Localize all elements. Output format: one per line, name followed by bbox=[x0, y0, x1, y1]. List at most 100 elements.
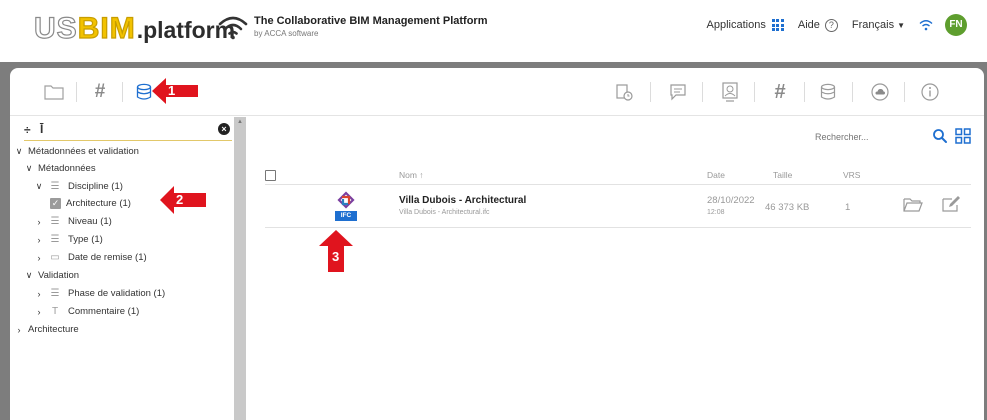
chevron-down-icon: ∨ bbox=[25, 270, 33, 280]
tree-item-label: Métadonnées et validation bbox=[28, 146, 139, 157]
checked-checkbox-icon[interactable]: ✓ bbox=[50, 198, 61, 209]
file-time: 12:08 bbox=[707, 209, 725, 216]
hash-tool-icon[interactable]: # bbox=[768, 80, 792, 104]
search-input[interactable] bbox=[801, 127, 931, 147]
chevron-right-icon: › bbox=[37, 252, 41, 263]
select-all-checkbox[interactable] bbox=[265, 170, 276, 181]
comments-icon[interactable] bbox=[666, 80, 690, 104]
list-icon: ☰ bbox=[50, 181, 60, 192]
tree-item-comment[interactable]: › T Commentaire (1) bbox=[34, 303, 140, 320]
sidebar-tools: ÷ Ī × bbox=[24, 122, 232, 141]
viewer-3d-icon[interactable] bbox=[718, 80, 742, 104]
top-right-menu: Applications Aide ? Français ▼ FN bbox=[693, 13, 967, 37]
file-size: 46 373 KB bbox=[765, 202, 810, 213]
help-icon: ? bbox=[824, 18, 838, 32]
applications-label: Applications bbox=[706, 19, 766, 31]
document-clock-icon[interactable] bbox=[612, 80, 636, 104]
logo-us-text: us bbox=[33, 11, 78, 45]
annotation-number-3: 3 bbox=[332, 249, 340, 264]
tree-item-label: Phase de validation (1) bbox=[68, 288, 166, 299]
tagline-title: The Collaborative BIM Management Platfor… bbox=[254, 15, 488, 27]
database-tool-icon[interactable] bbox=[816, 80, 840, 104]
cloud-icon[interactable] bbox=[868, 80, 892, 104]
logo-bim-text: BIM bbox=[77, 11, 136, 45]
column-size[interactable]: Taille bbox=[773, 170, 792, 180]
tagline-subtitle: by ACCA software bbox=[254, 29, 319, 38]
calendar-icon: ▭ bbox=[50, 252, 60, 263]
metadata-sidebar: ÷ Ī × ∨ Métadonnées et validation ∨ Méta… bbox=[10, 117, 232, 420]
folder-view-icon[interactable] bbox=[42, 80, 66, 104]
search-icon[interactable] bbox=[932, 128, 948, 144]
tree-item-validation-phase[interactable]: › ☰ Phase de validation (1) bbox=[34, 285, 166, 302]
column-name[interactable]: Nom ↑ bbox=[399, 170, 424, 180]
expand-all-icon[interactable]: ÷ bbox=[24, 123, 31, 137]
tree-item-label: Validation bbox=[38, 270, 80, 281]
ifc-badge: IFC bbox=[340, 212, 352, 219]
hash-view-icon[interactable]: # bbox=[88, 80, 112, 104]
language-label: Français bbox=[851, 19, 895, 31]
tree-item-level[interactable]: › ☰ Niveau (1) bbox=[34, 213, 112, 230]
row-divider bbox=[265, 227, 971, 228]
chevron-right-icon: › bbox=[37, 288, 41, 299]
language-dropdown[interactable]: Français ▼ bbox=[852, 19, 905, 31]
chevron-right-icon: › bbox=[17, 324, 21, 335]
wireless-logo-icon bbox=[218, 16, 248, 40]
list-icon: ☰ bbox=[50, 288, 60, 299]
tree-item-validation[interactable]: ∨ Validation bbox=[24, 267, 79, 284]
file-name[interactable]: Villa Dubois - Architectural bbox=[399, 195, 526, 206]
tagline: The Collaborative BIM Management Platfor… bbox=[254, 15, 487, 38]
open-folder-icon[interactable] bbox=[903, 197, 923, 213]
tree-item-metadata[interactable]: ∨ Métadonnées bbox=[24, 160, 96, 177]
edit-icon[interactable] bbox=[941, 195, 961, 213]
chevron-right-icon: › bbox=[37, 306, 41, 317]
apps-grid-icon bbox=[771, 19, 784, 31]
user-avatar[interactable]: FN bbox=[945, 14, 967, 36]
column-vrs[interactable]: VRS bbox=[843, 170, 860, 180]
list-icon: ☰ bbox=[50, 216, 60, 227]
tree-item-label: Date de remise (1) bbox=[68, 252, 147, 263]
tree-item-label: Architecture (1) bbox=[66, 198, 131, 209]
column-date[interactable]: Date bbox=[707, 170, 725, 180]
clear-filter-icon[interactable]: × bbox=[218, 123, 230, 135]
sidebar-scrollbar[interactable]: ▲ bbox=[234, 117, 246, 420]
tree-item-label: Architecture bbox=[28, 324, 79, 335]
chevron-down-icon: ∨ bbox=[25, 163, 33, 173]
tree-item-label: Discipline (1) bbox=[68, 181, 123, 192]
tree-item-label: Métadonnées bbox=[38, 163, 96, 174]
tree-item-type[interactable]: › ☰ Type (1) bbox=[34, 231, 103, 248]
applications-menu[interactable]: Applications bbox=[707, 19, 784, 31]
file-date: 28/10/2022 bbox=[707, 195, 755, 206]
grid-view-icon[interactable] bbox=[955, 128, 971, 144]
tree-item-discipline[interactable]: ∨ ☰ Discipline (1) bbox=[34, 178, 123, 195]
caret-down-icon: ▼ bbox=[897, 20, 905, 30]
top-bar: us BIM .platform The Collaborative BIM M… bbox=[0, 0, 987, 62]
list-icon: ☰ bbox=[50, 234, 60, 245]
chevron-right-icon: › bbox=[37, 216, 41, 227]
tree-item-architecture-filter[interactable]: ✓ Architecture (1) bbox=[50, 195, 131, 212]
tree-item-metadata-validation[interactable]: ∨ Métadonnées et validation bbox=[14, 143, 139, 160]
table-row[interactable]: IFC Villa Dubois - Architectural Villa D… bbox=[265, 185, 971, 227]
annotation-number-2: 2 bbox=[176, 192, 184, 207]
file-version: 1 bbox=[845, 202, 851, 213]
file-filename: Villa Dubois - Architectural.ifc bbox=[399, 209, 490, 216]
tree-item-label: Commentaire (1) bbox=[68, 306, 140, 317]
tree-item-delivery-date[interactable]: › ▭ Date de remise (1) bbox=[34, 249, 147, 266]
table-header: Nom ↑ Date Taille VRS bbox=[265, 168, 971, 184]
file-list-area: Nom ↑ Date Taille VRS IFC Villa Dubois -… bbox=[247, 117, 984, 420]
main-panel: # # ÷ Ī × ∨ Métadonnées et validation ∨ … bbox=[10, 68, 984, 420]
collapse-all-icon[interactable]: Ī bbox=[40, 122, 43, 136]
wifi-icon bbox=[919, 20, 933, 31]
chevron-right-icon: › bbox=[37, 234, 41, 245]
connection-status bbox=[919, 19, 933, 31]
tree-item-architecture[interactable]: › Architecture bbox=[14, 321, 79, 338]
chevron-down-icon: ∨ bbox=[15, 146, 23, 156]
tree-item-label: Type (1) bbox=[68, 234, 103, 245]
scroll-up-icon[interactable]: ▲ bbox=[237, 119, 243, 125]
chevron-down-icon: ∨ bbox=[35, 181, 43, 191]
help-menu[interactable]: Aide ? bbox=[797, 18, 838, 32]
annotation-number-1: 1 bbox=[168, 83, 176, 98]
help-label: Aide bbox=[797, 19, 820, 31]
text-icon: T bbox=[51, 306, 59, 317]
info-icon[interactable] bbox=[918, 80, 942, 104]
usbim-platform-logo[interactable]: us BIM .platform bbox=[33, 11, 235, 46]
